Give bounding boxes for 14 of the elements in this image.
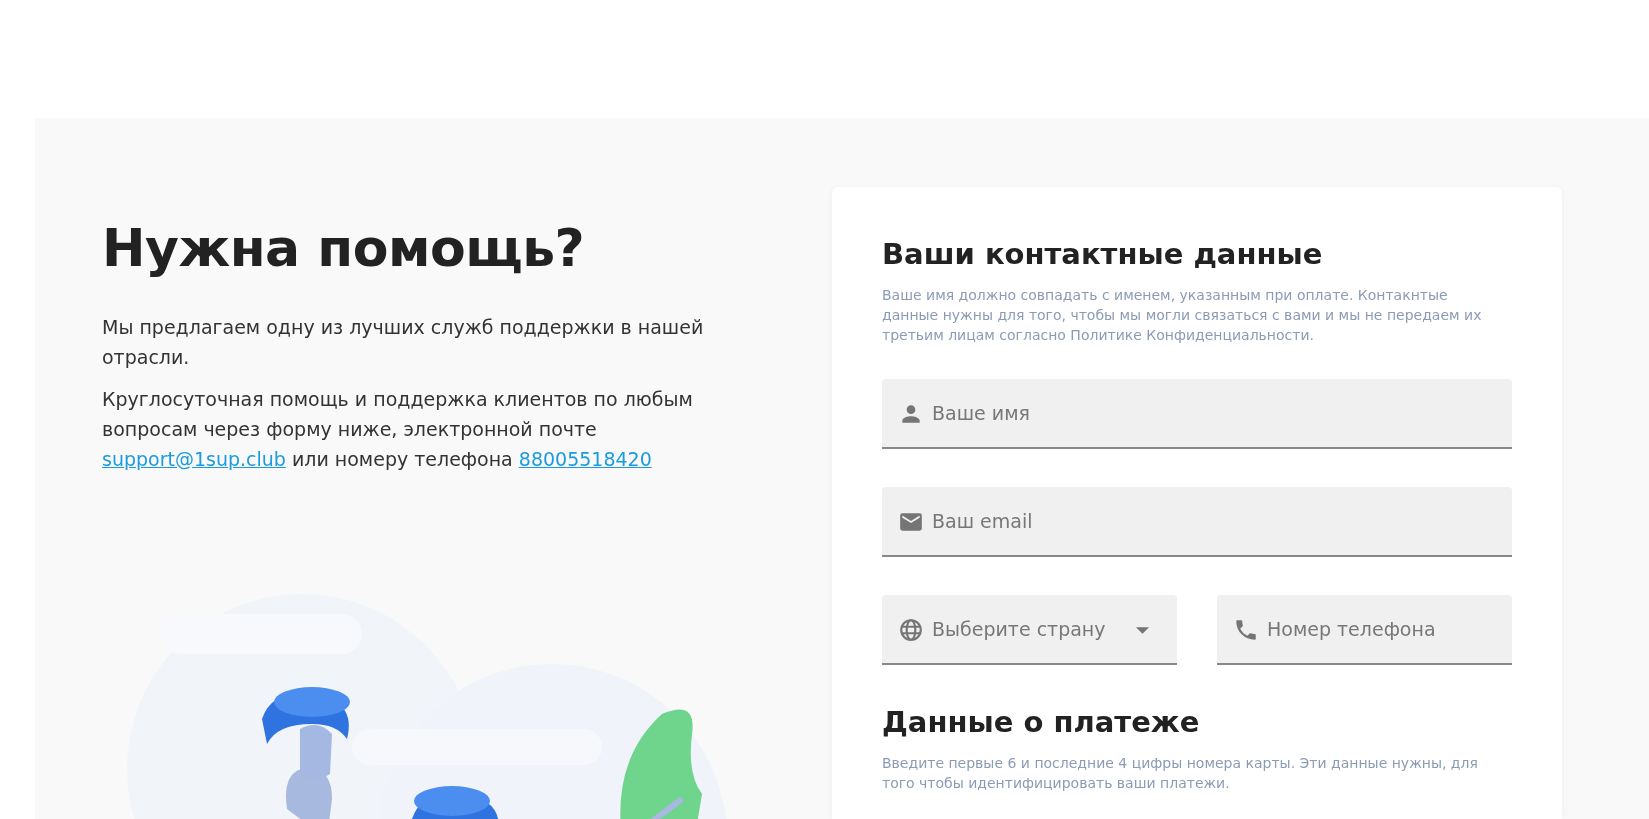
help-paragraph: Круглосуточная помощь и поддержка клиентов по любым вопросам через форму ниже, электронной почте support@1sup.club или номеру телефона 88005518420 xyxy=(102,387,694,472)
contact-link[interactable]: support@1sup.club xyxy=(102,448,286,470)
email-field[interactable]: Ваш email xyxy=(882,487,1512,557)
country-select[interactable]: Выберите страну xyxy=(882,595,1177,665)
help-paragraph: Мы предлагаем одну из лучших служб поддержки в нашей отрасли. xyxy=(102,315,705,370)
form-note: Ваше имя должно совпадать с именем, указанным при оплате. Контакнтые данные нужны для того, чтобы мы могли связаться с вами и мы не передаем их третьим лицам согласно Политике Конфиденциальности. xyxy=(882,286,1483,345)
contact-link[interactable]: 88005518420 xyxy=(518,448,652,470)
page-heading: Нужна помощь? xyxy=(102,218,586,278)
section-heading: Данные о платеже xyxy=(882,705,1201,739)
caret-icon xyxy=(1136,627,1149,634)
name-field[interactable]: Ваше имя xyxy=(882,379,1512,449)
section-heading: Ваши контактные данные xyxy=(882,237,1324,271)
phone-field[interactable]: Номер телефона xyxy=(1217,595,1512,665)
payment-note: Введите первые 6 и последние 4 цифры номера карты. Эти данные нужны, для того чтобы идентифицировать ваши платежи. xyxy=(882,754,1479,793)
